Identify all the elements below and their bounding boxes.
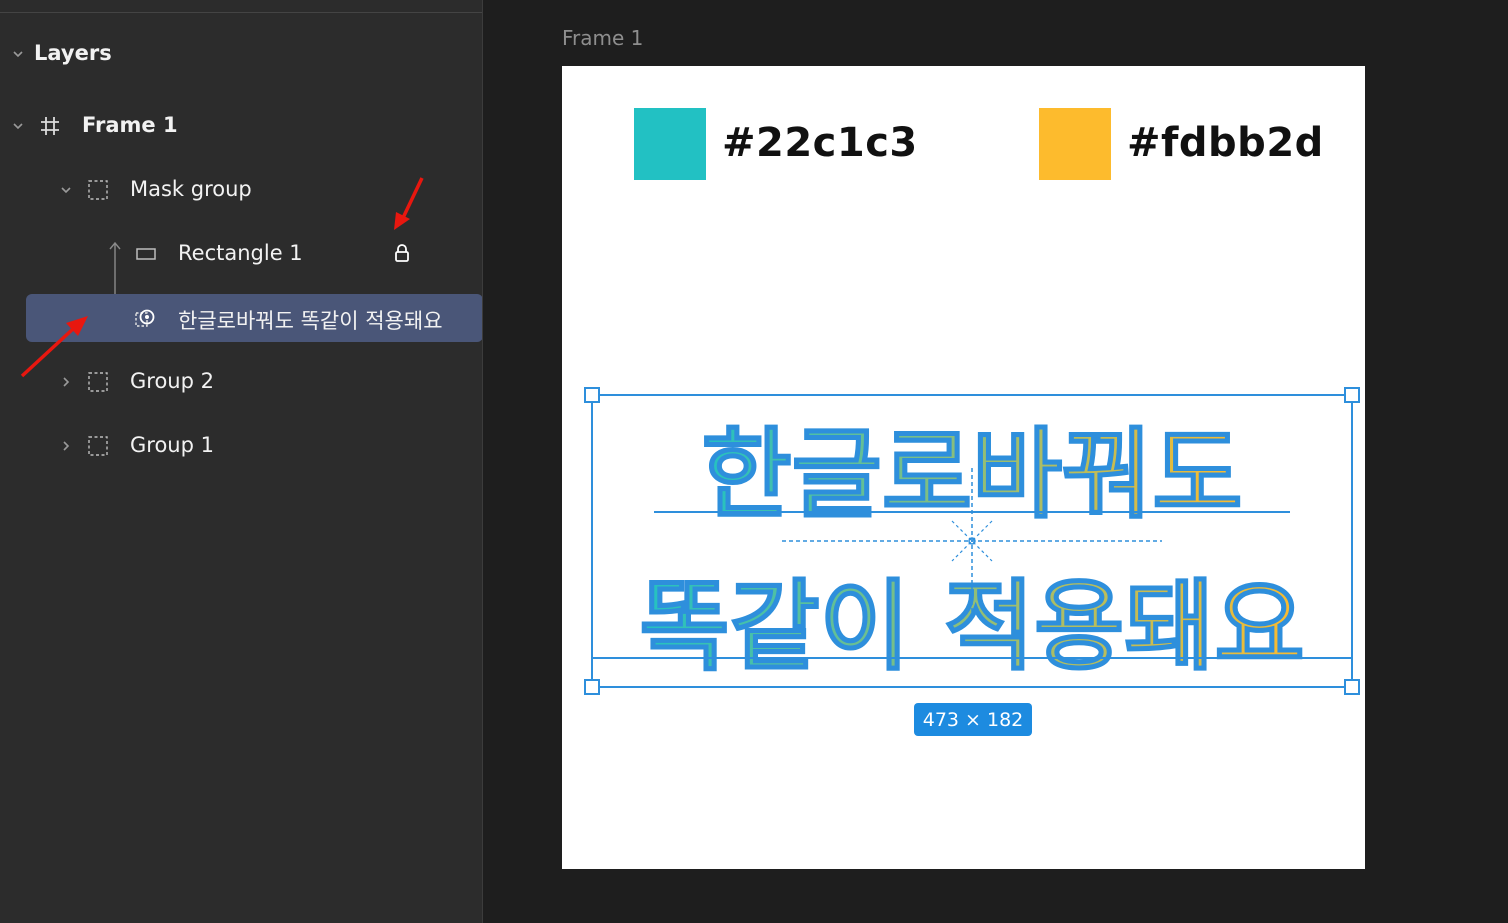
resize-handle-tr[interactable]	[1344, 387, 1360, 403]
resize-handle-bl[interactable]	[584, 679, 600, 695]
layer-label: Mask group	[130, 177, 252, 201]
group-dashed-icon	[88, 180, 108, 200]
layer-rectangle-1[interactable]: Rectangle 1	[0, 230, 482, 278]
frame-title[interactable]: Frame 1	[562, 26, 643, 50]
layer-frame-1[interactable]: Frame 1	[0, 102, 482, 150]
chevron-down-icon[interactable]	[11, 119, 25, 133]
panel-divider	[0, 12, 482, 13]
layer-label: 한글로바꿔도 똑같이 적용돼요	[178, 309, 443, 333]
masked-text-selection[interactable]: 한글로바꿔도 똑같이 적용돼요	[562, 380, 1365, 700]
lock-icon[interactable]	[391, 242, 413, 264]
layers-title: Layers	[34, 41, 112, 65]
layers-header[interactable]: Layers	[0, 30, 482, 78]
chevron-down-icon[interactable]	[11, 47, 25, 61]
layers-panel: Layers Frame 1 Mask group Rectangle 1 한글…	[0, 0, 483, 923]
layer-label: Rectangle 1	[178, 241, 303, 265]
layer-label: Group 1	[130, 433, 214, 457]
layer-label: Group 2	[130, 369, 214, 393]
chevron-down-icon[interactable]	[59, 183, 73, 197]
resize-handle-br[interactable]	[1344, 679, 1360, 695]
chevron-right-icon[interactable]	[59, 439, 73, 453]
annotation-arrow-lock	[394, 177, 424, 230]
resize-handle-tl[interactable]	[584, 387, 600, 403]
text-mask-icon	[135, 309, 155, 327]
hex-label-teal: #22c1c3	[722, 120, 918, 166]
layer-group-1[interactable]: Group 1	[0, 422, 482, 470]
frame-hash-icon	[41, 117, 59, 135]
layer-label: Frame 1	[82, 113, 178, 137]
group-dashed-icon	[88, 436, 108, 456]
hex-label-yellow: #fdbb2d	[1127, 120, 1324, 166]
color-swatch-yellow	[1039, 108, 1111, 180]
color-swatch-teal	[634, 108, 706, 180]
annotation-arrow-text-layer	[20, 316, 88, 378]
selection-size-badge: 473 × 182	[914, 703, 1032, 736]
